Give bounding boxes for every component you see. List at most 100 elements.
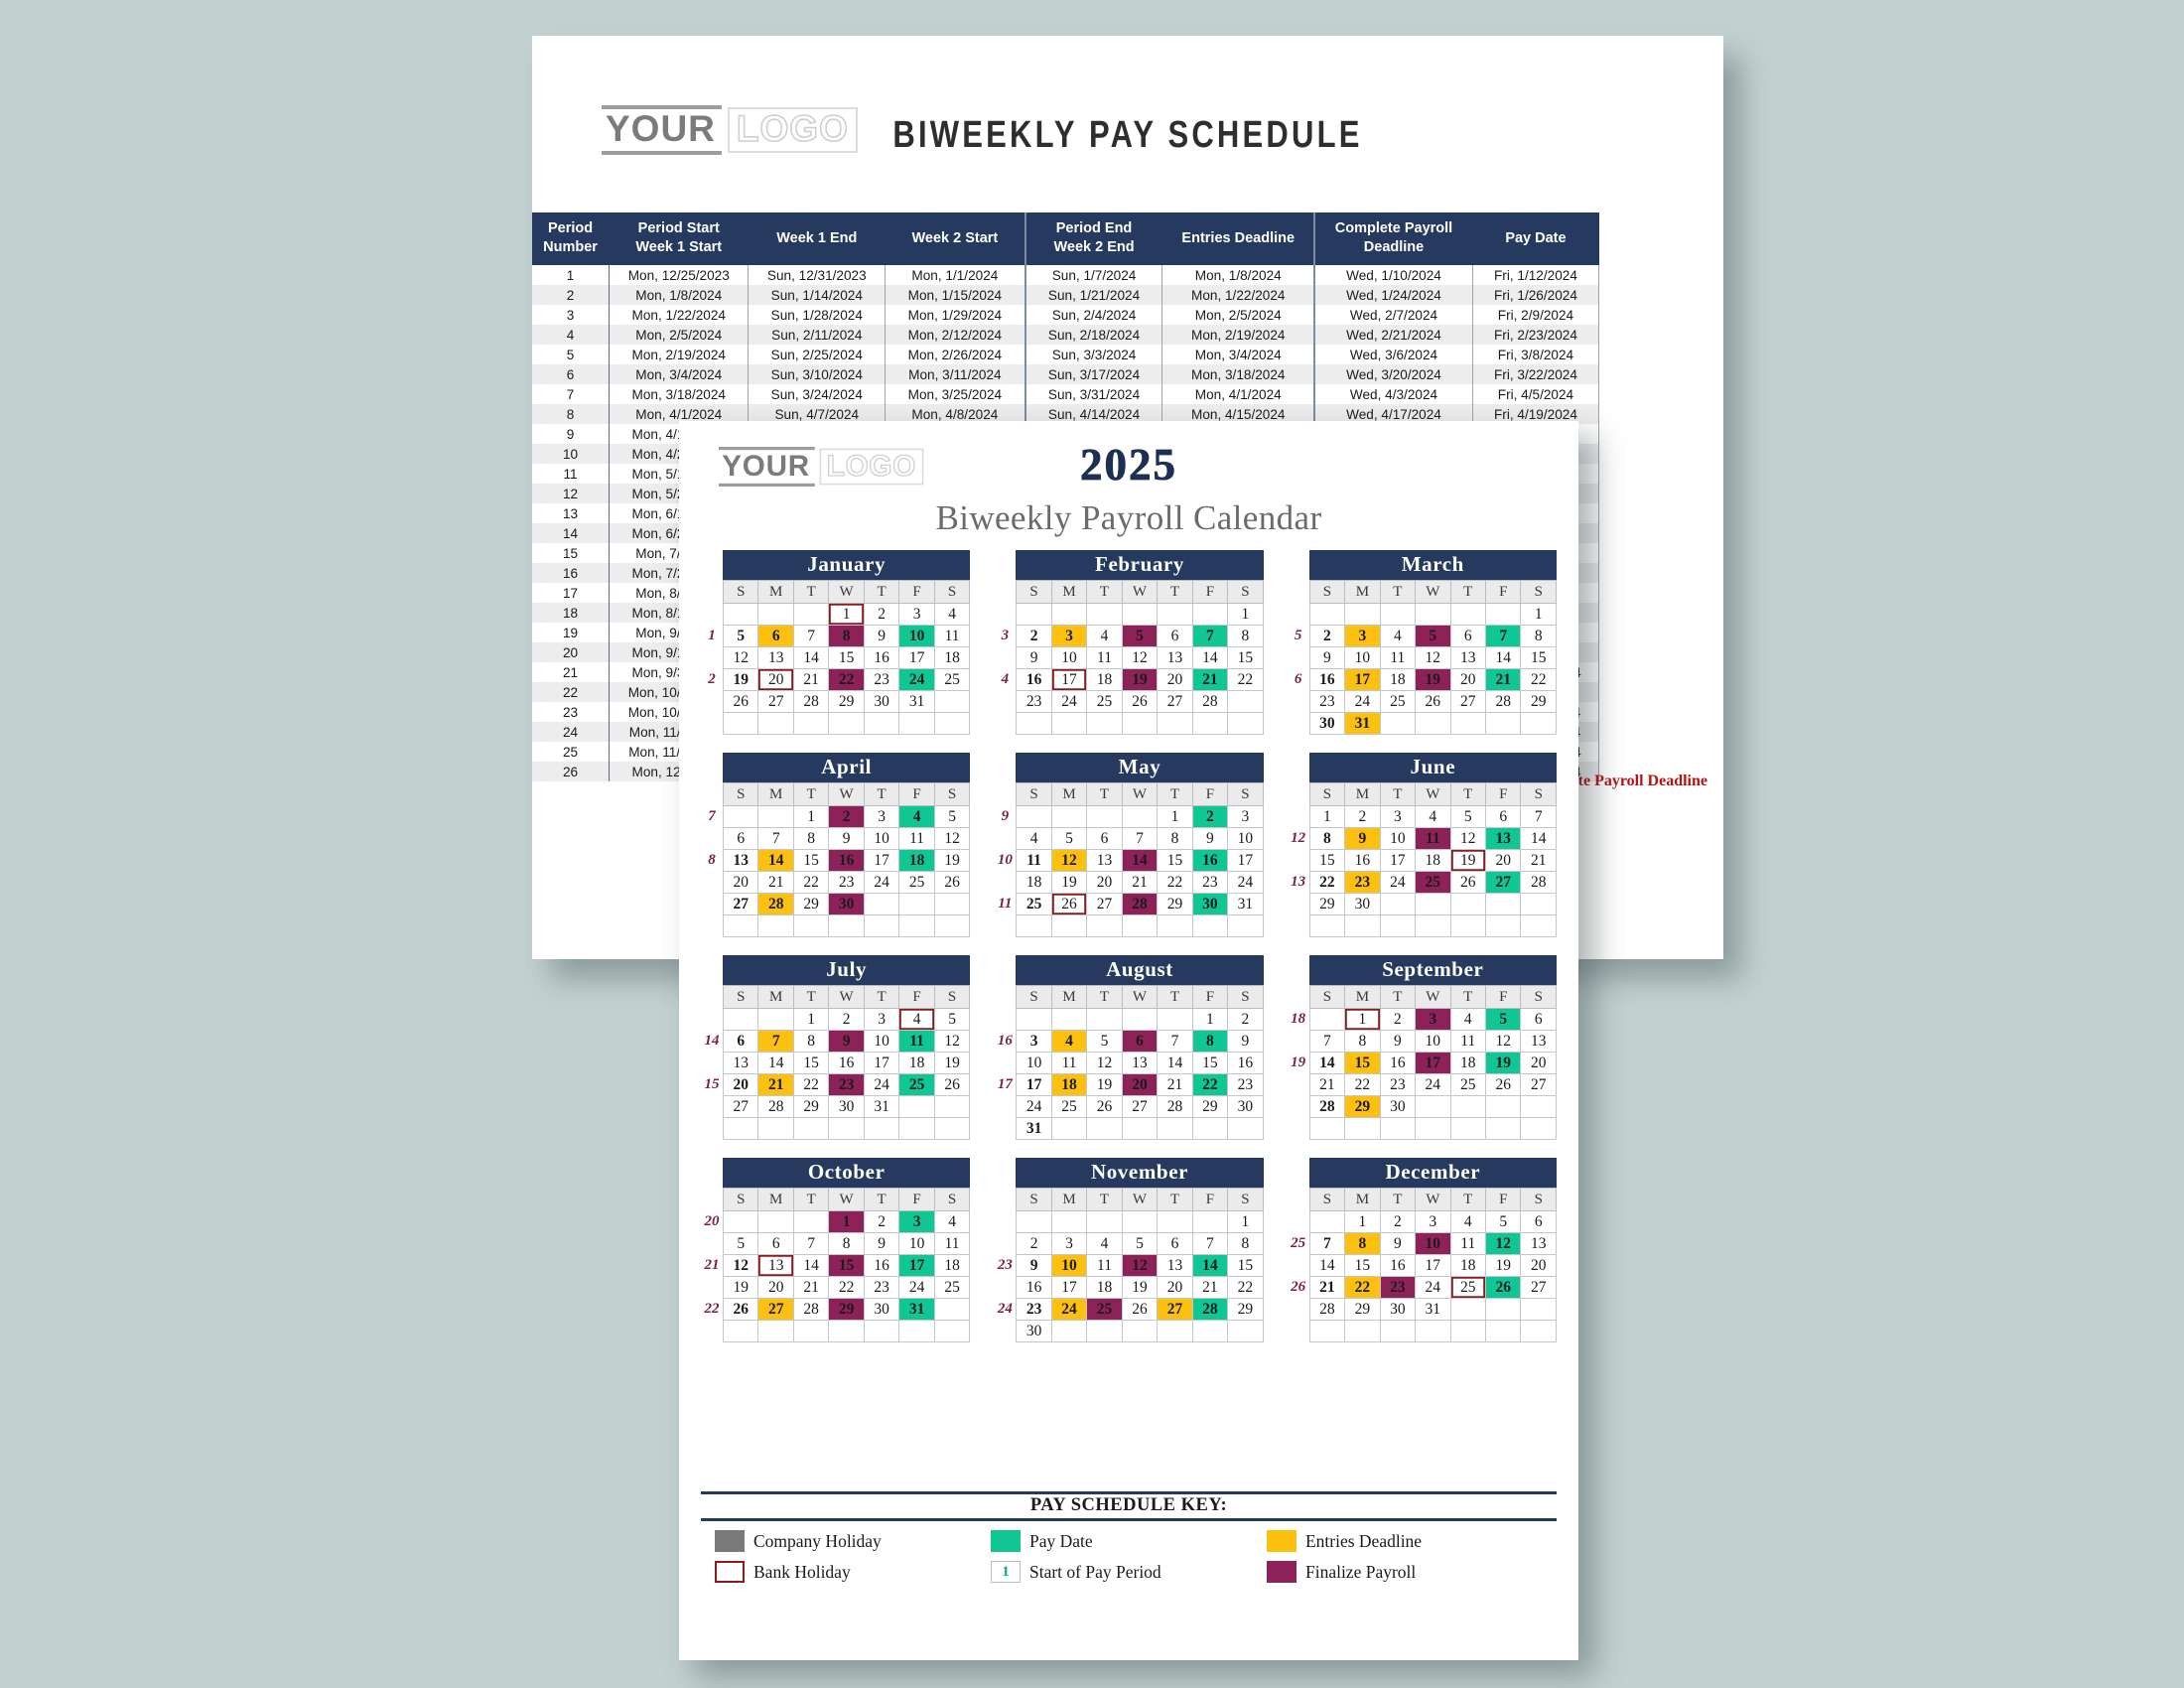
day-cell: 22 [1227, 1276, 1264, 1299]
day-cell: 5 [1449, 805, 1487, 828]
column-header-period-end: Period End Week 2 End [1024, 212, 1163, 266]
day-cell-start: 5 [722, 625, 759, 647]
day-cell-empty [1086, 712, 1123, 735]
key-item-entries: Entries Deadline [1266, 1530, 1543, 1552]
table-cell: 18 [532, 603, 611, 624]
week-row: 1234567 [1288, 805, 1557, 828]
table-cell: 3 [532, 305, 611, 326]
day-cell: 31 [1415, 1298, 1451, 1321]
day-cell-empty [1308, 1320, 1346, 1342]
day-cell-pay: 13 [1484, 827, 1522, 850]
day-cell: 22 [1227, 668, 1264, 691]
table-cell: 9 [532, 424, 611, 445]
key-swatch-company [715, 1530, 745, 1552]
day-cell-empty [1449, 603, 1487, 626]
day-cell: 27 [1121, 1095, 1159, 1118]
day-cell: 4 [933, 1210, 971, 1233]
weekday-header: F [1484, 580, 1522, 604]
day-cell: 10 [1379, 827, 1417, 850]
table-cell: 24 [532, 722, 611, 743]
period-number [701, 1277, 724, 1299]
period-number: 6 [1294, 671, 1302, 687]
day-cell: 8 [1520, 625, 1557, 647]
day-cell-empty [757, 805, 794, 828]
period-number [994, 1009, 1017, 1031]
day-cell: 8 [828, 1232, 865, 1255]
day-cell-start: 12 [722, 1254, 759, 1277]
day-cell-empty [1050, 712, 1088, 735]
day-cell: 29 [828, 690, 865, 713]
weekday-header: T [1379, 580, 1417, 604]
table-cell: Wed, 2/21/2024 [1314, 325, 1473, 346]
day-cell: 4 [1086, 1232, 1123, 1255]
day-cell-finalize: 30 [828, 893, 865, 915]
day-cell: 31 [1227, 893, 1264, 915]
day-cell: 27 [1449, 690, 1487, 713]
weekday-header: W [828, 580, 865, 604]
day-cell-finalize: 19 [1121, 668, 1159, 691]
day-cell: 21 [1308, 1073, 1346, 1096]
period-number [1288, 713, 1310, 735]
day-cell: 24 [1016, 1095, 1052, 1118]
table-cell: Fri, 3/8/2024 [1472, 345, 1600, 365]
day-cell-empty [1016, 1008, 1052, 1031]
day-cell-entries: 12 [1050, 849, 1088, 872]
day-cell: 28 [1520, 871, 1557, 894]
week-row: 20 21 22 23 24 25 26 [701, 871, 971, 894]
day-cell-empty [1227, 1117, 1264, 1140]
day-cell-empty [1016, 805, 1052, 828]
day-cell-finalize: 12 [1121, 1254, 1159, 1277]
day-cell-entries: 27 [1157, 1298, 1193, 1321]
day-cell: 22 [828, 1276, 865, 1299]
weekday-header: F [1191, 782, 1229, 806]
week-row: 12 [994, 1008, 1264, 1031]
day-cell: 29 [1308, 893, 1346, 915]
weekday-header: S [722, 985, 759, 1009]
week-row: 31 [994, 1117, 1264, 1140]
day-cell-empty [1191, 914, 1229, 937]
day-cell-finalize: 2 [828, 805, 865, 828]
day-cell: 16 [1344, 849, 1381, 872]
month-name: November [1016, 1158, 1264, 1188]
period-number [701, 1118, 724, 1140]
day-cell-entries: 9 [1344, 827, 1381, 850]
day-cell: 13 [1449, 646, 1487, 669]
period-number: 16 [997, 1033, 1013, 1049]
week-row: 18 1 2 3 4 5 6 [1288, 1008, 1557, 1031]
day-cell-empty [792, 712, 830, 735]
table-cell: Mon, 3/18/2024 [609, 384, 750, 405]
table-cell: 22 [532, 682, 611, 703]
day-cell: 16 [1379, 1254, 1417, 1277]
week-row: 1 [1288, 603, 1557, 626]
day-cell: 30 [863, 690, 900, 713]
day-cell: 13 [1157, 1254, 1193, 1277]
month-block-april: April S M T W T F S 7 1 2 3 4 5 6 7 8 9 10 11 12 8 13 14 15 16 17 1… [701, 753, 971, 937]
day-cell: 9 [1016, 646, 1052, 669]
month-block-march: March S M T W T F S 1 5 2 3 4 5 6 7 8 9 10 11 12 13 14 15 6 16 17 1… [1288, 550, 1557, 735]
period-number [701, 828, 724, 850]
day-cell: 16 [1379, 1052, 1417, 1074]
day-cell: 7 [1308, 1030, 1346, 1053]
day-cell-pay: 21 [1484, 668, 1522, 691]
week-row: 1 5 6 7 8 9 10 11 [701, 625, 971, 647]
day-cell: 1 [1520, 603, 1557, 626]
period-number: 4 [1001, 671, 1010, 687]
day-cell: 18 [933, 646, 971, 669]
day-cell-empty [757, 914, 794, 937]
month-block-january: January S M T W T F S 1 2 3 4 1 5 6 7 8 9 10 11 12 13 14 15 16 17… [701, 550, 971, 735]
period-number [1288, 1321, 1310, 1342]
day-cell-pay: 25 [898, 1073, 935, 1096]
day-cell: 18 [1016, 871, 1052, 894]
day-cell: 23 [863, 668, 900, 691]
day-cell-entries: 28 [757, 893, 794, 915]
day-cell-empty [1484, 893, 1522, 915]
week-row: 21 12 13 14 15 16 17 18 [701, 1254, 971, 1277]
day-cell: 7 [792, 1232, 830, 1255]
day-cell: 15 [1227, 1254, 1264, 1277]
day-cell-pay: 26 [1484, 1276, 1522, 1299]
weekday-header: S [933, 985, 971, 1009]
month-calendar-table: S M T W T F S 1 2 3 4 5 6 7 12 8 9 10 11 12 13 14 15 16 17 18 19 20… [1288, 782, 1557, 937]
day-cell: 3 [898, 603, 935, 626]
day-cell: 16 [1016, 1276, 1052, 1299]
day-cell-empty [1016, 914, 1052, 937]
